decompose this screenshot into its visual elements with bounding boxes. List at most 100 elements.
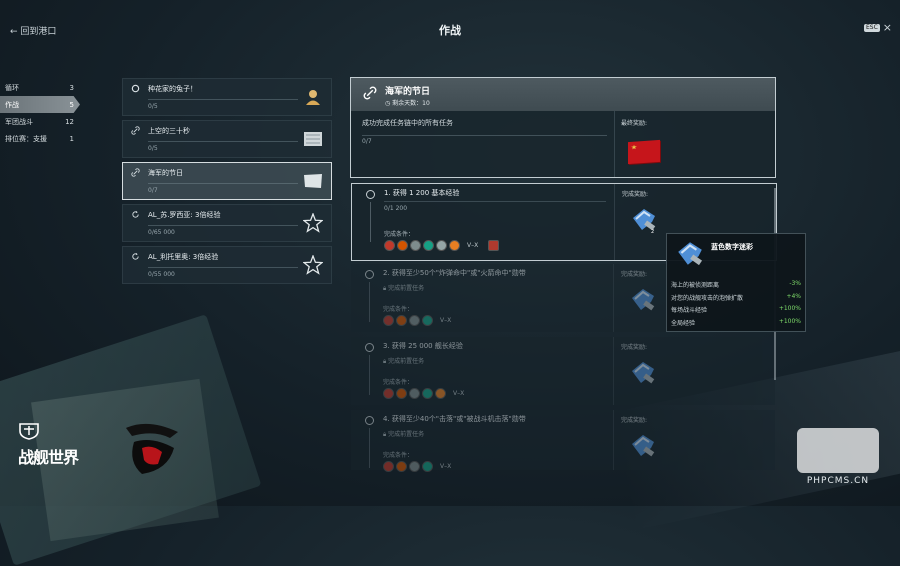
task-status-circle xyxy=(365,416,374,425)
quest-item[interactable]: 上空的三十秒 0/5 xyxy=(122,120,332,158)
link-icon xyxy=(131,126,140,135)
tab-count: 5 xyxy=(69,100,74,109)
divider xyxy=(614,111,615,177)
nation-icon xyxy=(423,240,434,251)
nation-icon xyxy=(422,388,433,399)
nation-icon xyxy=(396,315,407,326)
task-connector xyxy=(369,355,370,395)
task-connector xyxy=(370,202,371,242)
tab-operations[interactable]: 作战 5 xyxy=(0,96,80,113)
bonus-value: +100% xyxy=(778,317,801,325)
bonus-value: +100% xyxy=(778,305,801,312)
svg-text:2: 2 xyxy=(651,229,654,234)
camouflage-reward-icon[interactable] xyxy=(629,286,657,314)
quest-name: AL_苏.罗西亚: 3倍经验 xyxy=(148,211,221,219)
bonus-value: +4% xyxy=(786,292,801,300)
condition-label: 完成条件： xyxy=(384,231,415,238)
quest-name: 种花家的兔子！ xyxy=(148,85,197,93)
task-title: 2. 获得至少50个"炸弹命中"或"火箭命中"勋带 xyxy=(383,269,526,277)
tab-label: 循环 xyxy=(5,83,19,92)
quest-progress: 0/5 xyxy=(148,145,158,152)
quest-progress: 0/65 000 xyxy=(148,229,175,236)
nation-icon xyxy=(383,461,394,472)
camouflage-reward-icon[interactable] xyxy=(629,432,657,460)
esc-key-badge: ESC xyxy=(863,24,880,32)
tier-range: V–X xyxy=(440,463,452,470)
page-title: 作战 xyxy=(439,24,461,37)
red-flag-reward-icon[interactable] xyxy=(628,139,660,165)
task-progress: 0/1 200 xyxy=(384,205,408,212)
quest-detail-panel: 海军的节日 ◷ 剩余天数：10 成功完成任务链中的所有任务 0/7 最终奖励: xyxy=(350,77,776,178)
lock-icon: 🔒︎ xyxy=(383,285,387,292)
tab-label: 排位赛：支援 xyxy=(5,134,47,143)
condition-label: 完成条件： xyxy=(383,452,414,459)
refresh-icon xyxy=(132,210,139,218)
bonus-row: 对您的战舰攻击的泡弹扩散 +4% xyxy=(671,293,801,306)
quest-item-selected[interactable]: 海军的节日 0/7 xyxy=(122,162,332,200)
task-row[interactable]: 3. 获得 25 000 舰长经验 🔒︎ 完成前置任务 完成条件： V–X 完成… xyxy=(351,337,775,405)
close-button[interactable]: ESC × xyxy=(863,22,892,33)
watermark-text: PHPCMS.CN xyxy=(806,476,870,486)
divider xyxy=(613,264,614,332)
reward-label: 完成奖励: xyxy=(621,271,648,278)
nation-icon xyxy=(383,388,394,399)
quest-progress: 0/5 xyxy=(148,103,158,110)
tab-count: 12 xyxy=(65,117,74,126)
bonus-label: 每场战斗经验 xyxy=(671,307,708,314)
camouflage-icon xyxy=(678,242,703,266)
quest-name: 上空的三十秒 xyxy=(148,127,190,135)
bonus-value: -3% xyxy=(789,280,801,287)
condition-label: 完成条件： xyxy=(383,379,414,386)
task-title: 3. 获得 25 000 舰长经验 xyxy=(383,342,463,350)
condition-label: 完成条件： xyxy=(383,306,414,313)
quest-item[interactable]: AL_苏.罗西亚: 3倍经验 0/65 000 xyxy=(122,204,332,242)
tier-range: V–X xyxy=(453,390,465,397)
game-logo: 战舰世界 xyxy=(18,422,96,468)
divider xyxy=(148,99,298,100)
tab-cycle[interactable]: 循环 3 xyxy=(0,79,80,96)
nation-icon xyxy=(422,315,433,326)
reward-label: 完成奖励: xyxy=(622,191,649,198)
tier-range: V–X xyxy=(467,242,479,249)
camouflage-reward-icon[interactable] xyxy=(629,359,657,387)
bonus-row: 每场战斗经验 +100% xyxy=(671,305,801,318)
reward-label: 完成奖励: xyxy=(621,417,648,424)
lock-text: 完成前置任务 xyxy=(388,358,425,365)
reward-label: 完成奖励: xyxy=(621,344,648,351)
nation-icon xyxy=(397,240,408,251)
task-connector xyxy=(369,282,370,322)
quest-item[interactable]: AL_利托里奥: 3倍经验 0/55 000 xyxy=(122,246,332,284)
tab-ranked-support[interactable]: 排位赛：支援 1 xyxy=(0,130,80,147)
bonus-label: 对您的战舰攻击的泡弹扩散 xyxy=(671,294,744,302)
tab-clan-battles[interactable]: 军团战斗 12 xyxy=(0,113,80,130)
bonus-label: 全局经验 xyxy=(671,319,696,327)
china-flag-icon xyxy=(488,240,500,251)
lock-requirement: 🔒︎ 完成前置任务 xyxy=(383,356,424,366)
bonus-row: 全局经验 +100% xyxy=(671,318,801,331)
divider xyxy=(148,141,298,142)
nation-icon xyxy=(410,240,421,251)
nation-icon xyxy=(384,240,395,251)
lock-requirement: 🔒︎ 完成前置任务 xyxy=(383,429,424,439)
quest-progress: 0/55 000 xyxy=(148,271,175,278)
quest-name: AL_利托里奥: 3倍经验 xyxy=(148,253,219,261)
divider xyxy=(362,135,607,136)
time-remaining-text: 剩余天数：10 xyxy=(392,100,430,107)
condition-nations: V–X xyxy=(383,388,464,399)
nation-icon xyxy=(422,461,433,472)
lock-requirement: 🔒︎ 完成前置任务 xyxy=(383,283,424,293)
quest-list: 种花家的兔子！ 0/5 上空的三十秒 0/5 海军的节日 0/7 AL_苏.罗西… xyxy=(122,78,332,288)
detail-progress: 0/7 xyxy=(362,138,372,145)
detail-description: 成功完成任务链中的所有任务 xyxy=(362,119,453,127)
nation-icon xyxy=(409,461,420,472)
task-title: 1. 获得 1 200 基本经验 xyxy=(384,189,460,197)
task-row[interactable]: 4. 获得至少40个"击落"或"被战斗机击落"勋带 🔒︎ 完成前置任务 完成条件… xyxy=(351,410,775,472)
task-title: 4. 获得至少40个"击落"或"被战斗机击落"勋带 xyxy=(383,415,526,423)
nation-icon xyxy=(435,388,446,399)
tooltip-bonuses: 海上的被侦测距离 -3% 对您的战舰攻击的泡弹扩散 +4% 每场战斗经验 +100% … xyxy=(671,280,801,330)
camouflage-reward-icon[interactable]: 2 xyxy=(630,206,658,234)
commander-bust-icon xyxy=(303,87,323,107)
quest-item[interactable]: 种花家的兔子！ 0/5 xyxy=(122,78,332,116)
quest-progress: 0/7 xyxy=(148,187,158,194)
task-status-circle xyxy=(365,343,374,352)
